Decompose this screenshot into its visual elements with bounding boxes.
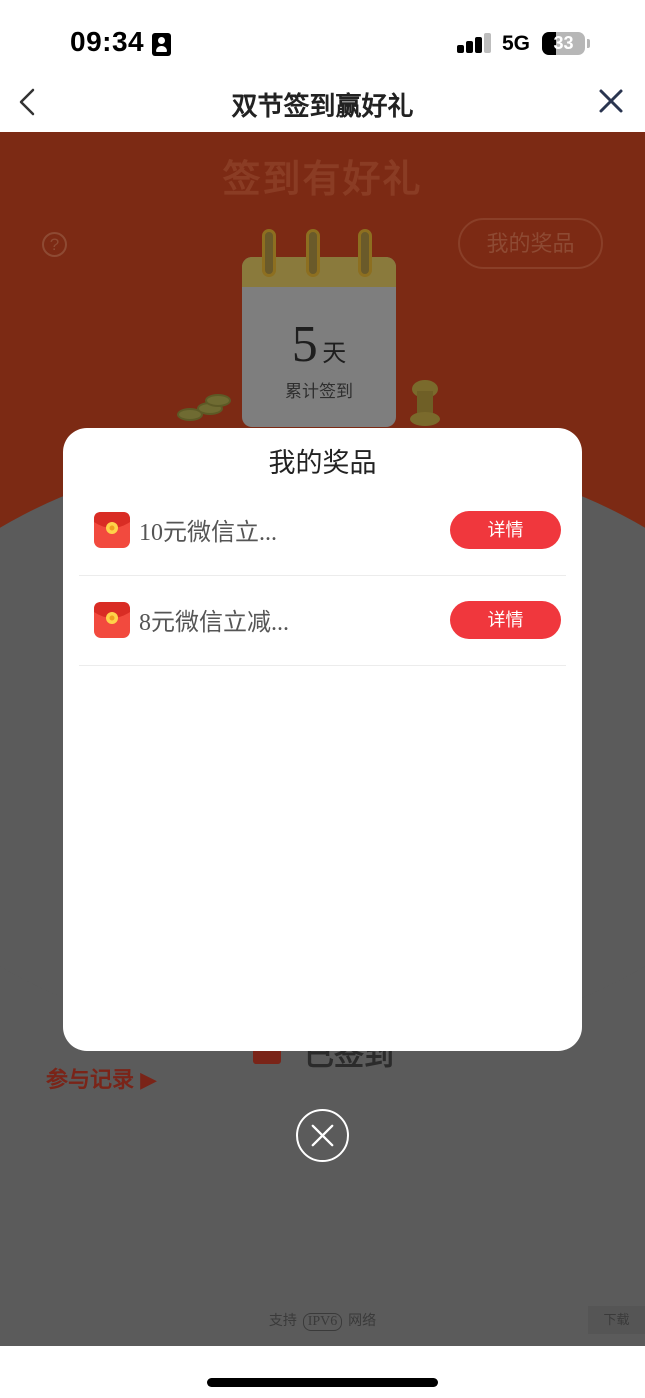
red-envelope-icon [94,602,130,638]
prize-name: 8元微信立减... [139,610,289,636]
ipv6-support-note: 支持 IPV6 网络 [0,1310,645,1331]
calendar-illustration: 5 天 累计签到 [242,229,396,427]
battery-tip [587,39,590,48]
my-prizes-dialog: 我的奖品 10元微信立... 详情 8元微信立减... 详情 [63,428,582,1051]
my-prizes-button[interactable]: 我的奖品 [458,218,603,269]
bottom-safe-area [0,1346,645,1398]
prize-item: 10元微信立... 详情 [79,486,566,576]
gold-ingot-illustration [410,380,440,426]
navigation-bar: 双节签到赢好礼 [0,88,645,132]
status-time: 09:34 [70,26,145,57]
prize-name: 10元微信立... [139,520,277,546]
prize-detail-button[interactable]: 详情 [450,601,561,639]
days-unit: 天 [322,340,347,367]
signal-strength-icon [457,32,493,56]
download-tag[interactable]: 下载 [588,1306,645,1334]
home-indicator[interactable] [207,1378,438,1387]
footer-suffix: 网络 [348,1312,377,1328]
back-arrow-icon[interactable] [14,88,44,118]
participation-record-link[interactable]: 参与记录 ▶ [46,1062,157,1094]
red-envelope-icon [94,512,130,548]
prize-item: 8元微信立减... 详情 [79,576,566,666]
ipv6-badge: IPV6 [302,1313,343,1331]
battery-icon: 33 [542,32,585,55]
close-icon[interactable] [596,86,626,116]
footer-prefix: 支持 [268,1312,297,1328]
page-title: 双节签到赢好礼 [231,91,414,121]
contact-card-icon [152,33,171,56]
prize-detail-button[interactable]: 详情 [450,511,561,549]
calendar-ring [306,229,320,277]
days-caption: 累计签到 [285,382,353,401]
dialog-title: 我的奖品 [268,448,377,478]
days-number: 5 [291,316,318,373]
banner-title: 签到有好礼 [222,159,423,201]
network-type: 5G [502,32,531,55]
calendar-ring [358,229,372,277]
coins-illustration [175,394,235,424]
status-bar: 09:34 5G 33 [0,0,645,88]
battery-percent: 33 [553,33,574,53]
help-icon[interactable]: ? [42,232,67,257]
signin-days-count: 5 天 [242,315,396,374]
dialog-close-icon[interactable] [296,1109,349,1162]
calendar-ring [262,229,276,277]
